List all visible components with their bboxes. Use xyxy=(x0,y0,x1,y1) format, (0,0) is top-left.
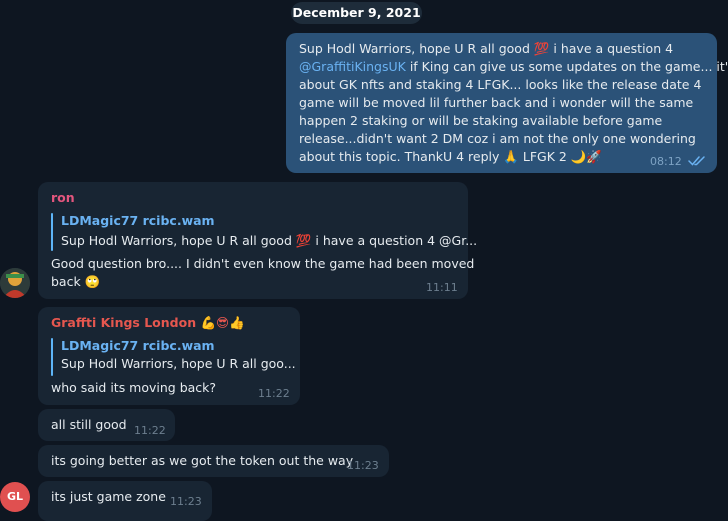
message-text-line: back 🙄 xyxy=(51,274,101,289)
message-text-line: about this topic. ThankU 4 reply 🙏 LFGK … xyxy=(299,149,602,164)
message-time: 11:11 xyxy=(426,281,458,294)
message-text: its just game zone xyxy=(51,489,166,504)
reply-quote-bar xyxy=(51,213,53,251)
message-time: 11:23 xyxy=(347,459,379,472)
sender-name[interactable]: ron xyxy=(51,190,75,205)
message-text-line: happen 2 staking or will be staking avai… xyxy=(299,113,663,128)
message-text-line: release...didn't want 2 DM coz i am not … xyxy=(299,131,696,146)
message-bubble-incoming[interactable]: ron LDMagic77 rcibc.wam Sup Hodl Warrior… xyxy=(38,182,477,299)
reply-author[interactable]: LDMagic77 rcibc.wam xyxy=(61,213,215,228)
message-text-line: Good question bro.... I didn't even know… xyxy=(51,256,475,271)
message-bubble-incoming[interactable]: its just game zone 11:23 xyxy=(38,481,212,521)
message-time: 11:22 xyxy=(258,387,290,400)
message-time: 11:22 xyxy=(134,424,166,437)
message-time: 08:12 xyxy=(650,155,682,168)
reply-preview-text[interactable]: Sup Hodl Warriors, hope U R all good 💯 i… xyxy=(61,233,477,249)
message-text-segment: if King can give us some updates on the … xyxy=(409,59,728,74)
message-text: all still good xyxy=(51,417,127,432)
sender-name[interactable]: Graffti Kings London 💪😎👍 xyxy=(51,315,245,331)
message-text-line: about GK nfts and staking 4 LFGK... look… xyxy=(299,77,702,92)
date-separator: December 9, 2021 xyxy=(291,2,422,24)
mention-link[interactable]: @GraffitiKingsUK xyxy=(299,59,406,74)
reply-author[interactable]: LDMagic77 rcibc.wam xyxy=(61,338,215,353)
message-text-line-with-mention: @GraffitiKingsUK if King can give us som… xyxy=(299,58,728,76)
message-text: its going better as we got the token out… xyxy=(51,453,354,468)
message-bubble-incoming[interactable]: its going better as we got the token out… xyxy=(38,445,389,477)
graffiti-kings-avatar[interactable]: GL xyxy=(0,482,30,512)
message-text: who said its moving back? xyxy=(51,380,217,395)
message-time: 11:23 xyxy=(170,495,202,508)
message-text-line: game will be moved lil further back and … xyxy=(299,95,694,110)
message-bubble-incoming[interactable]: Graffti Kings London 💪😎👍 LDMagic77 rcibc… xyxy=(38,307,300,405)
ron-avatar[interactable] xyxy=(0,268,30,298)
double-check-icon xyxy=(688,155,706,170)
reply-preview-text[interactable]: Sup Hodl Warriors, hope U R all goo... xyxy=(61,356,296,371)
message-text-line: Sup Hodl Warriors, hope U R all good 💯 i… xyxy=(299,41,674,56)
reply-quote-bar xyxy=(51,338,53,376)
message-bubble-outgoing[interactable]: Sup Hodl Warriors, hope U R all good 💯 i… xyxy=(286,33,728,173)
message-bubble-incoming[interactable]: all still good 11:22 xyxy=(38,409,175,441)
